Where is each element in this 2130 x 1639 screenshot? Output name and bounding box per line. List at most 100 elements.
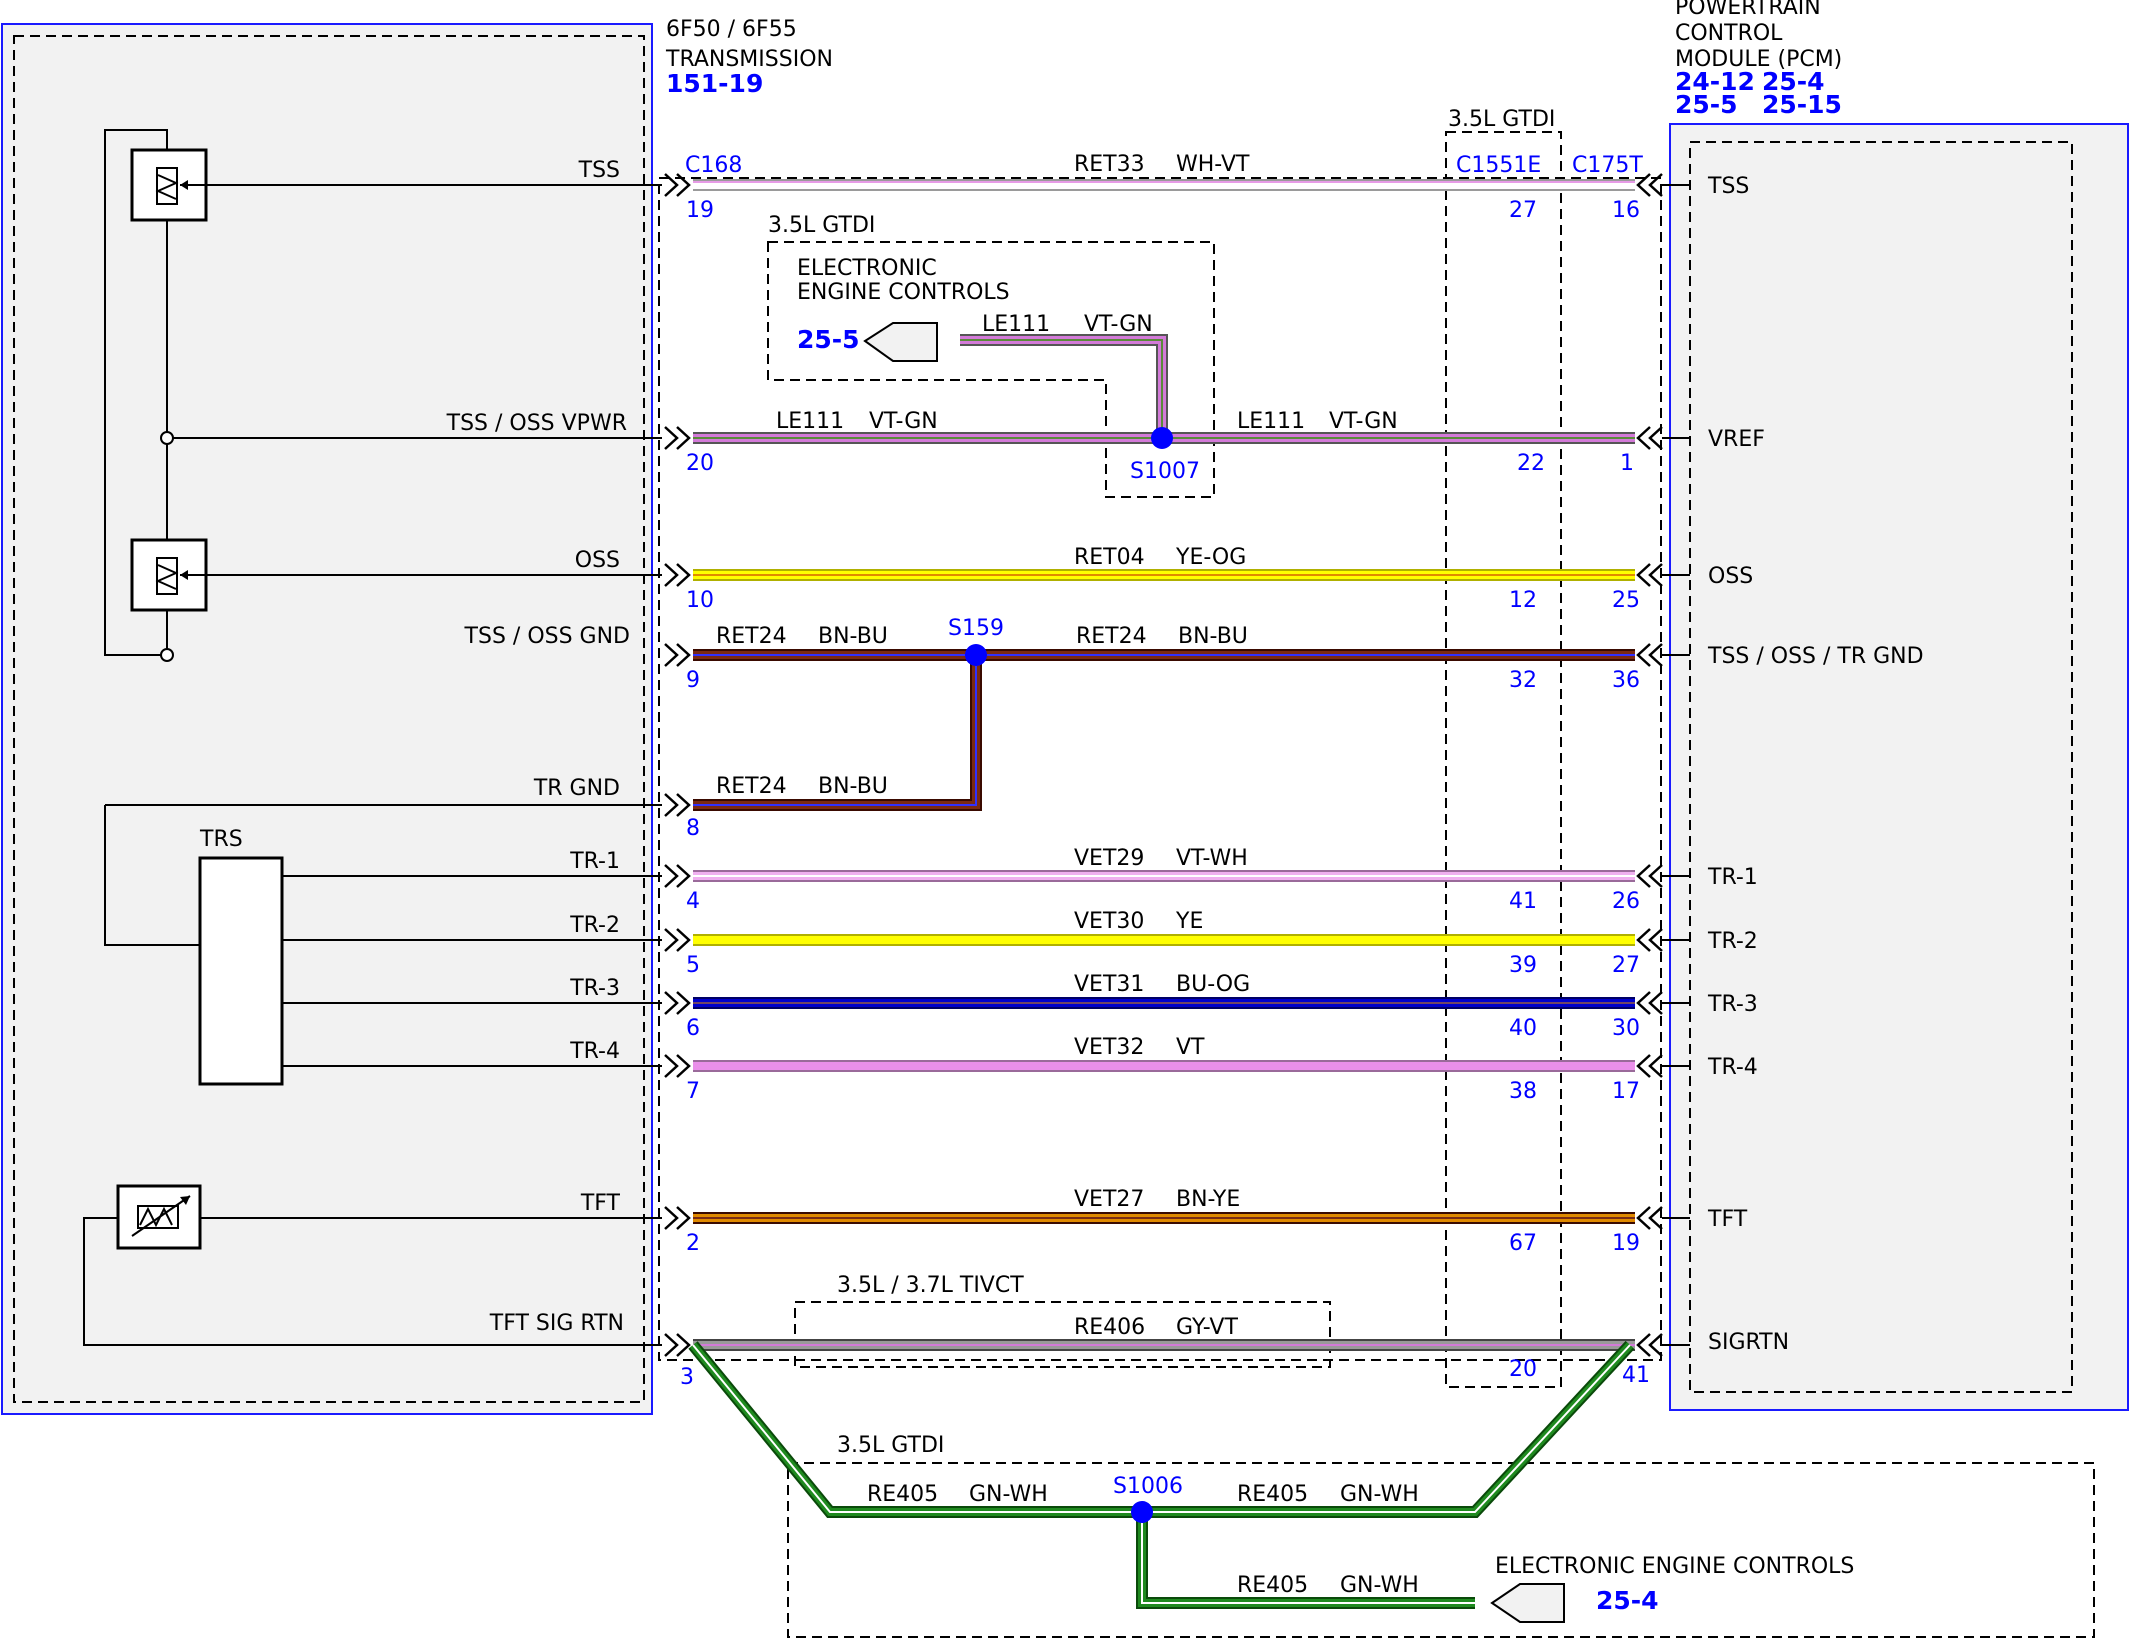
splice-s1007-label: S1007: [1130, 459, 1200, 484]
sigrtn-left-label: TFT SIG RTN: [489, 1311, 624, 1336]
wire-ret33: [693, 179, 1635, 191]
splice-s159[interactable]: [965, 644, 987, 666]
tss-pin-inline: 27: [1509, 198, 1537, 223]
vref-pin-trans: 20: [686, 451, 714, 476]
tr2-right-label: TR-2: [1707, 929, 1758, 954]
oss-pin-inline: 12: [1509, 588, 1537, 613]
tr4-pin-pcm: 17: [1612, 1079, 1640, 1104]
tft-wire-color: BN-YE: [1176, 1187, 1240, 1212]
splice-s1006[interactable]: [1131, 1501, 1153, 1523]
tr2-pin-inline: 39: [1509, 953, 1537, 978]
pcm-ref-link-4[interactable]: 25-15: [1762, 90, 1842, 119]
tr2-left-label: TR-2: [569, 913, 620, 938]
junction-dot-gnd: [160, 648, 174, 662]
tr2-wire-color: YE: [1175, 909, 1203, 934]
tr1-pin-pcm: 26: [1612, 889, 1640, 914]
tft-circuit-id: VET27: [1074, 1187, 1144, 1212]
junction-dot-vpwr: [160, 431, 174, 445]
splice-s159-label: S159: [948, 616, 1004, 641]
tr4-pin-trans: 7: [686, 1079, 700, 1104]
vref-circuit-id-right: LE111: [1237, 409, 1305, 434]
tr1-wire-color: VT-WH: [1176, 846, 1248, 871]
tr3-wire-color: BU-OG: [1176, 972, 1250, 997]
sigrtn-pin-inline: 20: [1509, 1357, 1537, 1382]
tss-sensor-icon: [130, 148, 208, 222]
vref-wire-color-right: VT-GN: [1329, 409, 1398, 434]
gnd-circuit-id-left: RET24: [716, 624, 787, 649]
sigrtn-pin-pcm: 41: [1622, 1363, 1650, 1388]
trgnd-left-label: TR GND: [533, 776, 620, 801]
re405-circuit-id-eec: RE405: [1237, 1573, 1308, 1598]
tivct-option-box: [794, 1301, 1331, 1368]
sigrtn-pin-trans: 3: [680, 1365, 694, 1390]
tr3-left-label: TR-3: [569, 976, 620, 1001]
tivct-note: 3.5L / 3.7L TIVCT: [837, 1273, 1024, 1298]
tr2-pin-trans: 5: [686, 953, 700, 978]
eec-top-ref-link[interactable]: 25-5: [797, 325, 860, 354]
tft-thermistor-icon: [116, 1184, 202, 1250]
eec-bottom-callout[interactable]: [1490, 1583, 1565, 1623]
tr1-pin-trans: 4: [686, 889, 700, 914]
oss-circuit-id: RET04: [1074, 545, 1145, 570]
splice-s1007[interactable]: [1151, 427, 1173, 449]
vref-circuit-id-left: LE111: [776, 409, 844, 434]
transmission-module: [1, 23, 653, 1415]
trgnd-pin-trans: 8: [686, 816, 700, 841]
trgnd-circuit-id: RET24: [716, 774, 787, 799]
connector-c175t[interactable]: C175T: [1572, 153, 1643, 178]
tr3-pin-pcm: 30: [1612, 1016, 1640, 1041]
eec-top-circuit: LE111: [982, 312, 1050, 337]
trgnd-wire-color: BN-BU: [818, 774, 888, 799]
transmission-title-line1: 6F50 / 6F55: [666, 17, 797, 42]
pcm-title-line2: CONTROL: [1675, 21, 1783, 46]
gnd-left-label: TSS / OSS GND: [464, 624, 630, 649]
re405-circuit-id-left: RE405: [867, 1482, 938, 1507]
tr1-left-label: TR-1: [569, 849, 620, 874]
wiring-diagram: 6F50 / 6F55 TRANSMISSION 151-19 POWERTRA…: [1, 0, 2129, 1638]
tr1-circuit-id: VET29: [1074, 846, 1144, 871]
re405-wire-color-left: GN-WH: [969, 1482, 1048, 1507]
eec-top-callout[interactable]: [863, 322, 938, 362]
gnd-pin-inline: 32: [1509, 668, 1537, 693]
connector-c168[interactable]: C168: [685, 153, 742, 178]
re405-wire-color-right: GN-WH: [1340, 1482, 1419, 1507]
sigrtn-circuit-id: RE406: [1074, 1315, 1145, 1340]
tss-pin-trans: 19: [686, 198, 714, 223]
eec-top-color: VT-GN: [1084, 312, 1153, 337]
tft-left-label: TFT: [580, 1191, 621, 1216]
vref-right-label: VREF: [1708, 427, 1765, 452]
tr3-circuit-id: VET31: [1074, 972, 1144, 997]
eec-bottom-ref-link[interactable]: 25-4: [1596, 1586, 1659, 1615]
bottom-gtdi-note: 3.5L GTDI: [837, 1433, 944, 1458]
tss-pin-pcm: 16: [1612, 198, 1640, 223]
sigrtn-wire-color: GY-VT: [1176, 1315, 1238, 1340]
pcm-ref-link-3[interactable]: 25-5: [1675, 90, 1738, 119]
oss-left-label: OSS: [575, 548, 620, 573]
tr4-pin-inline: 38: [1509, 1079, 1537, 1104]
gnd-pin-trans: 9: [686, 668, 700, 693]
gnd-pin-pcm: 36: [1612, 668, 1640, 693]
oss-sensor-icon: [130, 538, 208, 612]
harness-wires: [688, 179, 1635, 1609]
tr4-circuit-id: VET32: [1074, 1035, 1144, 1060]
tft-pin-pcm: 19: [1612, 1231, 1640, 1256]
connector-c1551e[interactable]: C1551E: [1456, 153, 1541, 178]
sigrtn-right-label: SIGRTN: [1708, 1330, 1789, 1355]
tr4-wire-color: VT: [1176, 1035, 1205, 1060]
tr4-left-label: TR-4: [569, 1039, 620, 1064]
transmission-ref-link[interactable]: 151-19: [666, 69, 763, 98]
tr1-right-label: TR-1: [1707, 865, 1758, 890]
tss-left-label: TSS: [578, 158, 620, 183]
tr3-right-label: TR-3: [1707, 992, 1758, 1017]
pcm-title-line1: POWERTRAIN: [1675, 0, 1821, 20]
tr2-pin-pcm: 27: [1612, 953, 1640, 978]
gnd-right-label: TSS / OSS / TR GND: [1707, 644, 1924, 669]
splice-s1006-label: S1006: [1113, 1474, 1183, 1499]
gnd-wire-color-right: BN-BU: [1178, 624, 1248, 649]
tr4-right-label: TR-4: [1707, 1055, 1758, 1080]
eec-gtdi-note: 3.5L GTDI: [768, 213, 875, 238]
eec-bottom-label: ELECTRONIC ENGINE CONTROLS: [1495, 1554, 1854, 1579]
vref-wire-color-left: VT-GN: [869, 409, 938, 434]
trs-label: TRS: [199, 827, 243, 852]
tss-right-label: TSS: [1707, 174, 1749, 199]
